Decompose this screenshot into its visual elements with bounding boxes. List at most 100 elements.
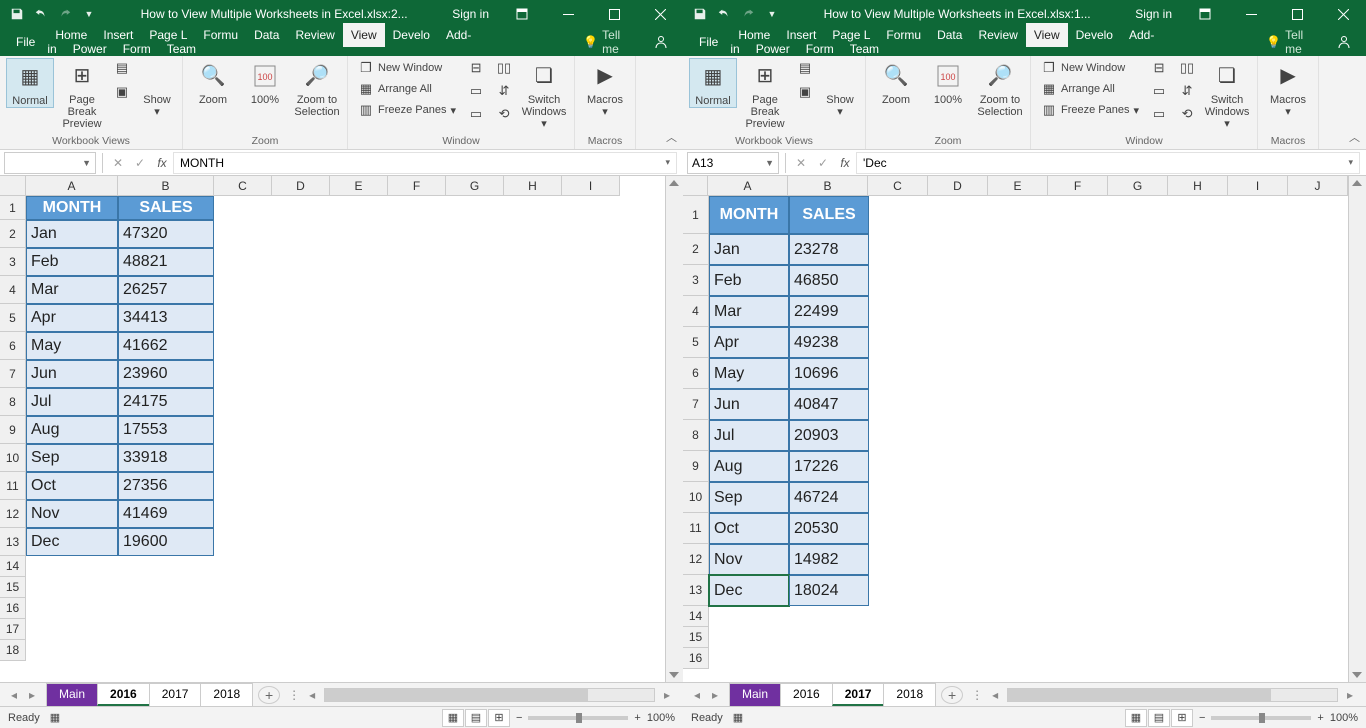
macro-record-icon[interactable]: ▦ [733,711,743,724]
reset-pos-button[interactable]: ⟲ [1175,104,1199,124]
name-box[interactable]: ▼ [4,152,96,174]
row-header[interactable]: 2 [0,220,26,248]
zoom-button[interactable]: 🔍Zoom [872,58,920,106]
data-cell[interactable]: May [709,358,789,389]
table-header-cell[interactable]: MONTH [26,196,118,220]
table-header-cell[interactable]: SALES [789,196,869,234]
redo-icon[interactable] [54,3,76,25]
cancel-formula-icon[interactable]: ✕ [790,156,812,170]
col-header[interactable]: B [788,176,868,196]
custom-views-button[interactable]: ▣ [110,82,134,102]
menu-tab-develo[interactable]: Develo [385,23,438,47]
ribbon-display-icon[interactable] [499,0,545,28]
sheet-tab-main[interactable]: Main [46,683,98,706]
menu-tab-data[interactable]: Data [929,23,970,47]
data-cell[interactable]: Oct [26,472,118,500]
share-icon[interactable] [643,34,679,50]
name-box[interactable]: A13▼ [687,152,779,174]
data-cell[interactable]: 48821 [118,248,214,276]
hide-button[interactable]: ▭ [1147,81,1171,101]
view-side-button[interactable]: ▯▯ [492,58,516,78]
data-cell[interactable]: 41469 [118,500,214,528]
horizontal-scrollbar[interactable] [324,688,655,702]
undo-icon[interactable] [713,3,735,25]
freeze-panes-button[interactable]: ▥Freeze Panes ▾ [1037,100,1143,120]
view-break-icon[interactable]: ⊞ [488,709,510,727]
ribbon-display-icon[interactable] [1182,0,1228,28]
zoom-level[interactable]: 100% [647,712,675,724]
data-cell[interactable]: 40847 [789,389,869,420]
hide-button[interactable]: ▭ [464,81,488,101]
data-cell[interactable]: Feb [26,248,118,276]
row-header[interactable]: 1 [0,196,26,220]
data-cell[interactable]: Jun [709,389,789,420]
data-cell[interactable]: Mar [709,296,789,327]
col-header[interactable]: E [988,176,1048,196]
collapse-ribbon-icon[interactable]: ︿ [1349,129,1360,145]
file-tab[interactable]: File [687,30,730,54]
signin-link[interactable]: Sign in [442,7,499,21]
view-normal-icon[interactable]: ▦ [442,709,464,727]
new-window-button[interactable]: ❐New Window [354,58,460,78]
data-cell[interactable]: Feb [709,265,789,296]
zoom-button[interactable]: 🔍Zoom [189,58,237,106]
row-header[interactable]: 5 [0,304,26,332]
menu-tab-view[interactable]: View [343,23,385,47]
row-header[interactable]: 8 [0,388,26,416]
maximize-button[interactable] [591,0,637,28]
data-cell[interactable]: Jul [709,420,789,451]
data-cell[interactable]: 34413 [118,304,214,332]
col-header[interactable]: B [118,176,214,196]
unhide-button[interactable]: ▭ [1147,104,1171,124]
data-cell[interactable]: Sep [26,444,118,472]
macros-button[interactable]: ▶Macros▾ [1264,58,1312,118]
data-cell[interactable]: 23960 [118,360,214,388]
zoom-slider[interactable] [1211,716,1311,720]
maximize-button[interactable] [1274,0,1320,28]
row-header[interactable]: 4 [683,296,709,327]
chevron-down-icon[interactable]: ▼ [765,158,774,168]
sheet-tab-2016[interactable]: 2016 [97,683,150,706]
show-button[interactable]: Show▾ [821,58,859,118]
view-side-button[interactable]: ▯▯ [1175,58,1199,78]
new-window-button[interactable]: ❐New Window [1037,58,1143,78]
chevron-down-icon[interactable]: ▾ [665,157,670,168]
zoom-selection-button[interactable]: 🔎Zoom to Selection [293,58,341,118]
hscroll-right[interactable]: ▸ [1342,688,1358,702]
show-button[interactable]: Show▾ [138,58,176,118]
data-cell[interactable]: 47320 [118,220,214,248]
menu-tab-review[interactable]: Review [287,23,342,47]
row-header[interactable]: 15 [683,627,709,648]
sheet-tab-main[interactable]: Main [729,683,781,706]
macro-record-icon[interactable]: ▦ [50,711,60,724]
page-layout-button[interactable]: ▤ [110,58,134,78]
col-header[interactable]: D [272,176,330,196]
sheet-nav-prev[interactable]: ◂ [6,688,22,702]
switch-windows-button[interactable]: ❏Switch Windows ▾ [1203,58,1251,130]
data-cell[interactable]: Mar [26,276,118,304]
sheet-tab-2017[interactable]: 2017 [832,683,885,706]
zoom-100-button[interactable]: 100100% [924,58,972,106]
data-cell[interactable]: 24175 [118,388,214,416]
col-header[interactable]: F [1048,176,1108,196]
signin-link[interactable]: Sign in [1125,7,1182,21]
data-cell[interactable]: Dec [26,528,118,556]
col-header[interactable]: F [388,176,446,196]
data-cell[interactable]: Apr [709,327,789,358]
row-header[interactable]: 6 [683,358,709,389]
fx-icon[interactable]: fx [151,156,173,170]
table-header-cell[interactable]: MONTH [709,196,789,234]
cancel-formula-icon[interactable]: ✕ [107,156,129,170]
data-cell[interactable]: 46724 [789,482,869,513]
file-tab[interactable]: File [4,30,47,54]
col-header[interactable]: G [1108,176,1168,196]
save-icon[interactable] [6,3,28,25]
minimize-button[interactable] [545,0,591,28]
row-header[interactable]: 13 [0,528,26,556]
row-header[interactable]: 18 [0,640,26,661]
zoom-level[interactable]: 100% [1330,712,1358,724]
data-cell[interactable]: Jul [26,388,118,416]
view-layout-icon[interactable]: ▤ [1148,709,1170,727]
col-header[interactable]: C [868,176,928,196]
enter-formula-icon[interactable]: ✓ [812,156,834,170]
